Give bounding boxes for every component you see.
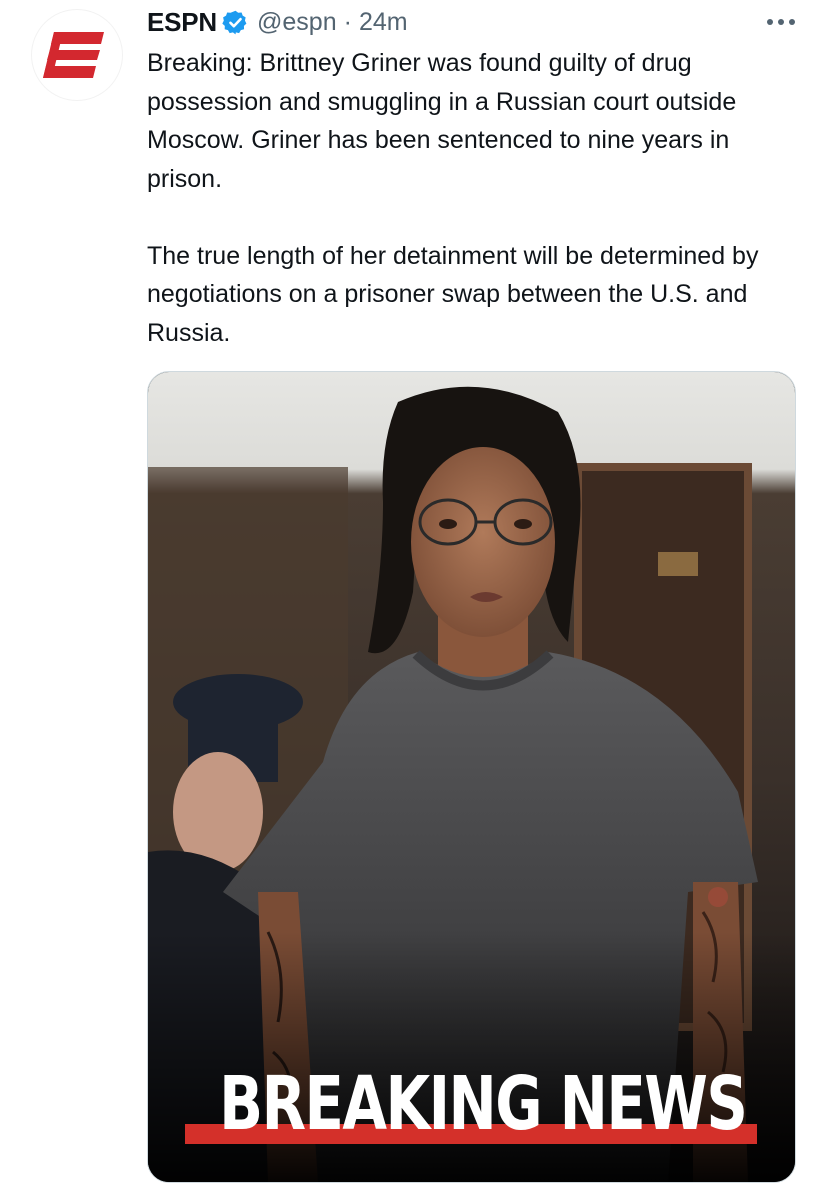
avatar[interactable]	[32, 10, 122, 100]
tweet: ESPN @espn · 24m Breaking: Brittney Grin…	[0, 0, 828, 1191]
verified-badge-icon	[222, 9, 249, 36]
display-name[interactable]: ESPN	[147, 7, 217, 38]
tweet-header: ESPN @espn · 24m	[147, 4, 408, 40]
more-options-icon[interactable]	[764, 10, 798, 34]
separator-dot: ·	[343, 7, 352, 36]
timestamp[interactable]: 24m	[359, 8, 408, 37]
tweet-paragraph: Breaking: Brittney Griner was found guil…	[147, 49, 737, 193]
tweet-paragraph: The true length of her detainment will b…	[147, 241, 759, 347]
tweet-text: Breaking: Brittney Griner was found guil…	[147, 44, 807, 352]
tweet-media-image[interactable]: BREAKING NEWS	[147, 371, 796, 1183]
espn-logo-icon	[43, 32, 104, 78]
breaking-news-label: BREAKING NEWS	[219, 1061, 748, 1147]
handle[interactable]: @espn	[257, 8, 337, 37]
